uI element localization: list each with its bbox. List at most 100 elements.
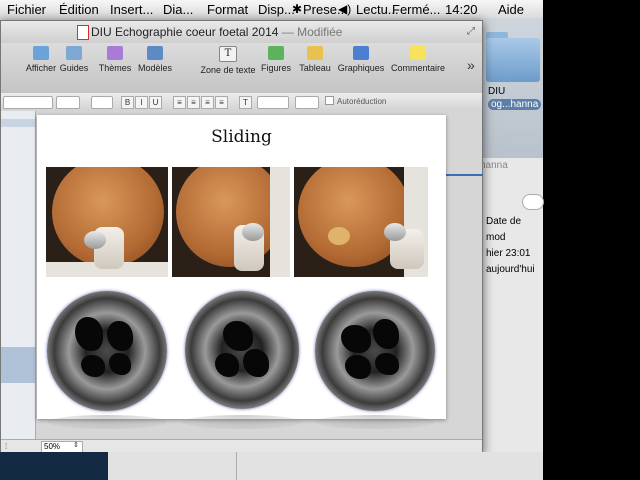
splitter-grip-icon[interactable]: ⁞ bbox=[5, 442, 7, 451]
menu-clock[interactable]: 14:20 bbox=[445, 2, 478, 17]
format-bar: B I U ≡ ≡ ≡ ≡ T Autoréduction bbox=[1, 93, 482, 112]
menu-diapositive[interactable]: Dia... bbox=[163, 2, 193, 17]
echo-image-1[interactable] bbox=[47, 291, 167, 411]
photo-probe-position-3[interactable] bbox=[294, 167, 428, 277]
guides-icon bbox=[66, 46, 82, 60]
toolbar-view-button[interactable]: Afficher bbox=[23, 46, 59, 73]
menu-disposition[interactable]: Disp... bbox=[258, 2, 295, 17]
align-left-button[interactable]: ≡ bbox=[173, 96, 186, 109]
toolbar-guides-button[interactable]: Guides bbox=[59, 46, 89, 73]
view-icon bbox=[33, 46, 49, 60]
menu-edition[interactable]: Édition bbox=[59, 2, 99, 17]
toolbar: Afficher Guides Thèmes Modèles T Zone de… bbox=[1, 43, 482, 94]
slide-navigator[interactable] bbox=[1, 111, 36, 439]
finder-search-field[interactable] bbox=[522, 194, 544, 210]
toolbar-overflow-icon[interactable]: » bbox=[467, 57, 475, 73]
background-window-bottom bbox=[108, 452, 543, 480]
textbox-icon: T bbox=[219, 46, 237, 62]
reflection bbox=[47, 415, 167, 429]
heart-chamber bbox=[375, 353, 399, 375]
heart-chamber bbox=[341, 325, 371, 353]
heart-chamber bbox=[223, 321, 253, 351]
folder-icon[interactable] bbox=[486, 38, 540, 82]
probe-image bbox=[384, 223, 406, 241]
reflection bbox=[315, 415, 435, 429]
file-date: aujourd'hui bbox=[486, 264, 535, 275]
style-select[interactable] bbox=[3, 96, 53, 109]
echo-image-2[interactable] bbox=[185, 291, 299, 409]
divider bbox=[236, 452, 237, 480]
window-title: DIU Echographie coeur foetal 2014 — Modi… bbox=[91, 25, 343, 39]
probe-image bbox=[84, 231, 106, 249]
window-titlebar[interactable]: DIU Echographie coeur foetal 2014 — Modi… bbox=[1, 21, 482, 43]
heart-chamber bbox=[75, 317, 103, 351]
themes-icon bbox=[107, 46, 123, 60]
heart-chamber bbox=[107, 321, 133, 351]
toolbar-themes-button[interactable]: Thèmes bbox=[97, 46, 133, 73]
menu-format[interactable]: Format bbox=[207, 2, 248, 17]
slide[interactable]: Sliding bbox=[37, 115, 446, 429]
probe-image bbox=[242, 223, 264, 241]
masters-icon bbox=[147, 46, 163, 60]
bold-button[interactable]: B bbox=[121, 96, 134, 109]
vertical-align-button[interactable]: T bbox=[239, 96, 252, 109]
toolbar-textbox-button[interactable]: T Zone de texte bbox=[199, 46, 257, 75]
file-date: hier 23:01 bbox=[486, 248, 531, 259]
columns-select[interactable] bbox=[295, 96, 319, 109]
toolbar-table-button[interactable]: Tableau bbox=[298, 46, 332, 73]
reflection bbox=[182, 415, 302, 429]
date-column: Date de mod hier 23:01 aujourd'hui bbox=[486, 214, 543, 278]
sidebar-user-label: hanna bbox=[480, 160, 508, 171]
keynote-window: DIU Echographie coeur foetal 2014 — Modi… bbox=[0, 20, 483, 454]
autoreduction-checkbox[interactable]: Autoréduction bbox=[325, 96, 386, 106]
slide-title[interactable]: Sliding bbox=[37, 127, 446, 147]
toolbar-masters-button[interactable]: Modèles bbox=[137, 46, 173, 73]
menu-fermer[interactable]: Fermé... bbox=[392, 2, 440, 17]
heart-chamber bbox=[373, 319, 399, 349]
shapes-icon bbox=[268, 46, 284, 60]
navigator-thumbnail[interactable] bbox=[1, 119, 35, 127]
heart-chamber bbox=[345, 355, 371, 379]
echo-image-3[interactable] bbox=[315, 291, 435, 411]
table-icon bbox=[307, 46, 323, 60]
menu-aide[interactable]: Aide bbox=[498, 2, 524, 17]
document-icon bbox=[77, 25, 89, 40]
abdomen-image bbox=[176, 167, 284, 267]
zoom-arrows-icon[interactable]: ⇕ bbox=[73, 441, 79, 449]
comment-icon bbox=[410, 46, 426, 60]
font-size-select[interactable] bbox=[56, 96, 80, 109]
folder-name: DIU bbox=[488, 86, 506, 97]
guide-line bbox=[444, 174, 483, 176]
folder-subtitle: og...hanna bbox=[488, 99, 542, 110]
justify-button[interactable]: ≡ bbox=[215, 96, 228, 109]
slide-canvas: Sliding bbox=[36, 111, 483, 439]
volume-icon[interactable]: ◀) bbox=[338, 2, 351, 16]
heart-chamber bbox=[109, 353, 131, 375]
line-spacing-select[interactable] bbox=[257, 96, 289, 109]
heart-chamber bbox=[81, 355, 105, 377]
menu-fichier[interactable]: Fichier bbox=[7, 2, 46, 17]
photo-probe-position-1[interactable] bbox=[46, 167, 168, 277]
align-center-button[interactable]: ≡ bbox=[187, 96, 200, 109]
underline-button[interactable]: U bbox=[149, 96, 162, 109]
gel-spot-image bbox=[328, 227, 350, 245]
navigator-selected-thumbnail[interactable] bbox=[1, 347, 35, 383]
heart-chamber bbox=[215, 353, 239, 377]
align-right-button[interactable]: ≡ bbox=[201, 96, 214, 109]
fullscreen-icon[interactable]: ⤢ bbox=[467, 26, 475, 37]
italic-button[interactable]: I bbox=[135, 96, 148, 109]
toolbar-comment-button[interactable]: Commentaire bbox=[390, 46, 446, 73]
menu-insert[interactable]: Insert... bbox=[110, 2, 153, 17]
checkbox-icon bbox=[325, 96, 334, 105]
photo-probe-position-2[interactable] bbox=[172, 167, 290, 277]
column-header-date[interactable]: Date de mod bbox=[486, 214, 543, 246]
toolbar-charts-button[interactable]: Graphiques bbox=[337, 46, 385, 73]
charts-icon bbox=[353, 46, 369, 60]
color-well[interactable] bbox=[91, 96, 113, 109]
toolbar-shapes-button[interactable]: Figures bbox=[259, 46, 293, 73]
drape-image bbox=[270, 167, 290, 277]
menu-bar: Fichier Édition Insert... Dia... Format … bbox=[0, 0, 543, 21]
bluetooth-icon[interactable]: ✱ bbox=[292, 2, 302, 16]
heart-chamber bbox=[243, 349, 269, 377]
screen-black-margin bbox=[543, 0, 640, 480]
